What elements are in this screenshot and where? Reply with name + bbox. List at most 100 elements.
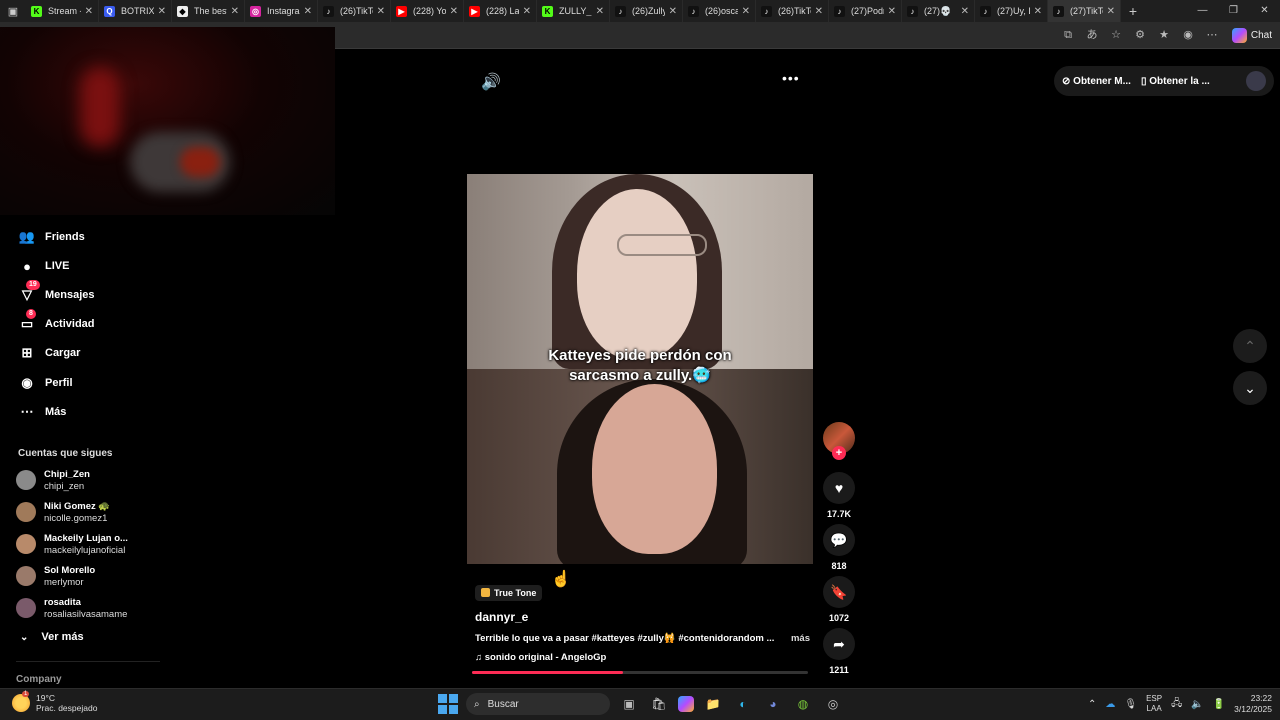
heart-icon[interactable]: ♥ [823,472,855,504]
following-account[interactable]: rosadita rosaliasilvasamame [16,593,127,623]
video-frame-bottom [467,369,813,564]
sidebar-item-actividad[interactable]: ▭ 8 Actividad [18,309,95,335]
tab-close-icon[interactable]: ✕ [742,6,750,17]
new-tab-button[interactable]: + [1121,3,1145,19]
profile-icon[interactable]: ◉ [1180,27,1196,43]
browser-tab[interactable]: ▶ (228) You ✕ [391,0,464,22]
browser-tab[interactable]: K ZULLY_ ✕ [537,0,610,22]
weather-widget[interactable]: 1 19°C Prac. despejado [12,691,97,713]
follow-plus-icon[interactable]: + [832,446,846,460]
close-window-icon[interactable]: ✕ [1249,0,1280,22]
tab-close-icon[interactable]: ✕ [1107,6,1115,17]
tab-close-icon[interactable]: ✕ [1034,6,1042,17]
browser-tab[interactable]: ♪ (26)oscar ✕ [683,0,756,22]
obs-icon[interactable]: ◎ [822,693,844,715]
save-action[interactable]: 🔖 1072 [823,576,855,623]
translate-icon[interactable]: あ [1084,27,1100,43]
task-view-icon[interactable]: ▣ [618,693,640,715]
effect-badge[interactable]: True Tone [475,584,543,601]
volume-tray-icon[interactable]: 🔈 [1191,699,1203,710]
browser-tab[interactable]: ♪ (26)TikTo ✕ [756,0,829,22]
company-link[interactable]: Company [16,674,62,685]
chevron-down-icon: ⌄ [20,631,29,643]
sidebar-item-perfil[interactable]: ◉ Perfil [18,372,72,394]
tab-close-icon[interactable]: ✕ [815,6,823,17]
tab-close-icon[interactable]: ✕ [450,6,458,17]
comment-action[interactable]: 💬 818 [823,524,855,571]
tab-close-icon[interactable]: ✕ [669,6,677,17]
clock[interactable]: 23:22 3/12/2025 [1234,693,1272,715]
extensions-icon[interactable]: ⚙ [1132,27,1148,43]
microphone-icon[interactable]: 🎙 [1124,699,1137,710]
sound-row[interactable]: ♫ sonido original - AngeloGp [475,652,810,663]
minimize-icon[interactable]: — [1187,0,1218,22]
copilot-taskbar-icon[interactable] [678,696,694,712]
sidebar-item-mensajes[interactable]: ▽ 19 Mensajes [18,280,95,306]
browser-tab[interactable]: ♪ (26)Zully ✕ [610,0,683,22]
following-account[interactable]: Chipi_Zen chipi_zen [16,465,90,495]
share-icon[interactable]: ➦ [823,628,855,660]
more-options-icon[interactable]: ••• [782,70,800,86]
browser-tab[interactable]: ▶ (228) La ✕ [464,0,537,22]
browser-tab[interactable]: ♪ (27)Podr ✕ [829,0,902,22]
app-icon[interactable]: ◍ [792,693,814,715]
video-progress-bar[interactable] [472,671,808,674]
more-link[interactable]: más [791,633,810,644]
restore-icon[interactable]: ❐ [1218,0,1249,22]
tab-close-icon[interactable]: ✕ [377,6,385,17]
volume-icon[interactable]: 🔊 [481,72,501,92]
favorite-star-icon[interactable]: ☆ [1108,27,1124,43]
browser-tab[interactable]: Q BOTRIX ✕ [99,0,172,22]
get-coins-button[interactable]: ⊘ Obtener M... [1062,76,1131,87]
sidebar-item-friends[interactable]: 👥 Friends [18,226,85,248]
browser-tab[interactable]: ♪ (27)Uy, E ✕ [975,0,1048,22]
sidebar-item-live[interactable]: ● LIVE [18,255,69,277]
store-icon[interactable]: 🛍 [648,693,670,715]
share-action[interactable]: ➦ 1211 [823,628,855,675]
see-more-button[interactable]: ⌄ Ver más [20,631,84,643]
tab-close-icon[interactable]: ✕ [85,6,93,17]
tab-close-icon[interactable]: ✕ [888,6,896,17]
more-menu-icon[interactable]: ⋯ [1204,27,1220,43]
previous-video-button[interactable]: ⌃ [1233,329,1267,363]
tab-close-icon[interactable]: ✕ [231,6,239,17]
comment-icon[interactable]: 💬 [823,524,855,556]
bookmark-icon[interactable]: 🔖 [823,576,855,608]
following-account[interactable]: Niki Gomez 🐢 nicolle.gomez1 [16,497,110,527]
chevron-up-icon[interactable]: ⌃ [1088,699,1096,710]
sidebar-item-cargar[interactable]: ⊞ Cargar [18,342,81,364]
following-account[interactable]: Mackeily Lujan o... mackeilylujanoficial [16,529,128,559]
browser-tab[interactable]: ♪ (27)TikTo ✕ [1048,0,1121,22]
tab-close-icon[interactable]: ✕ [304,6,312,17]
file-explorer-icon[interactable]: 📁 [702,693,724,715]
tab-close-icon[interactable]: ✕ [596,6,604,17]
browser-tab[interactable]: ◆ The best ✕ [172,0,245,22]
like-action[interactable]: ♥ 17.7K [823,472,855,519]
browser-tab[interactable]: K Stream - ✕ [26,0,99,22]
following-account[interactable]: Sol Morello merlymor [16,561,95,591]
next-video-button[interactable]: ⌄ [1233,371,1267,405]
browser-tab[interactable]: ◎ Instagram ✕ [245,0,318,22]
user-avatar[interactable] [1246,71,1266,91]
tab-actions-icon[interactable]: ▣ [0,0,26,22]
network-icon[interactable]: 🖧 [1171,696,1182,713]
video-player[interactable]: Katteyes pide perdón con sarcasmo a zull… [467,174,813,564]
battery-icon[interactable]: 🔋 [1213,699,1225,710]
favorites-icon[interactable]: ★ [1156,27,1172,43]
onedrive-icon[interactable]: ☁ [1105,699,1115,710]
get-app-button[interactable]: ▯ Obtener la ... [1141,76,1210,87]
taskbar-search[interactable]: ⌕ Buscar [466,693,610,715]
creator-username[interactable]: dannyr_e [475,610,810,624]
windows-start-icon[interactable] [438,694,458,714]
tab-close-icon[interactable]: ✕ [961,6,969,17]
discord-icon[interactable]: ◕ [762,693,784,715]
tab-close-icon[interactable]: ✕ [158,6,166,17]
language-indicator[interactable]: ESP LAA [1146,694,1162,714]
copilot-chat-button[interactable]: Chat [1231,26,1272,45]
sidebar-item-más[interactable]: ⋯ Más [18,401,67,423]
tab-close-icon[interactable]: ✕ [523,6,531,17]
browser-tab[interactable]: ♪ (26)TikTo ✕ [318,0,391,22]
edge-browser-icon[interactable]: ◐ [732,693,754,715]
open-in-app-icon[interactable]: ⧉ [1060,27,1076,43]
browser-tab[interactable]: ♪ (27)💀 ✕ [902,0,975,22]
